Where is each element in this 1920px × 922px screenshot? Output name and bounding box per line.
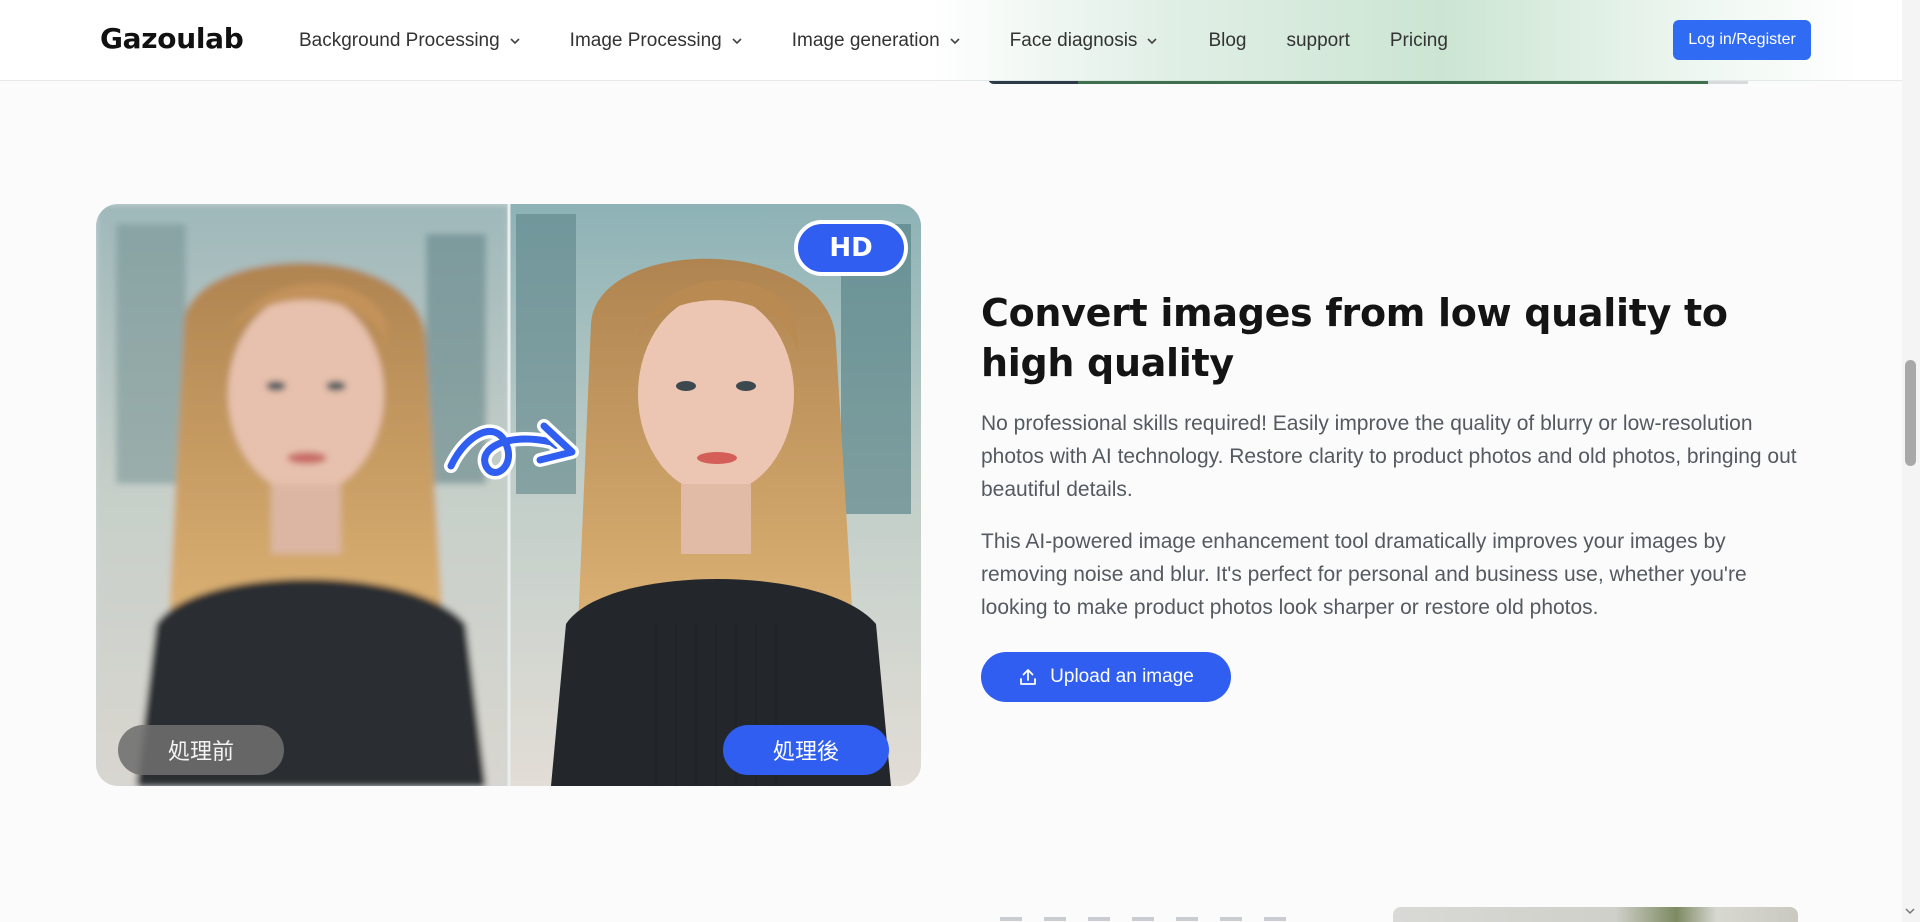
nav-background-processing[interactable]: Background Processing [299, 30, 522, 52]
nav-label: Pricing [1389, 29, 1448, 51]
login-register-button[interactable]: Log in/Register [1673, 20, 1811, 60]
chevron-down-icon [950, 37, 960, 44]
chevron-down-icon [1147, 37, 1158, 44]
chevron-down-icon [732, 37, 742, 44]
before-after-illustration [96, 204, 921, 786]
site-logo[interactable]: Gazoulab [100, 22, 244, 55]
main-nav: Background Processing Image Processing I… [299, 0, 1448, 81]
after-label: 処理後 [723, 725, 889, 775]
before-label: 処理前 [118, 725, 284, 775]
nav-label: Image generation [791, 29, 940, 51]
section-description-2: This AI-powered image enhancement tool d… [981, 530, 1747, 619]
nav-image-generation[interactable]: Image generation [792, 30, 962, 52]
chevron-down-icon [510, 37, 520, 44]
before-after-image: HD 処理前 処理後 [96, 204, 921, 786]
upload-icon [1020, 669, 1037, 685]
nav-face-diagnosis[interactable]: Face diagnosis [1010, 30, 1160, 52]
nav-pricing[interactable]: Pricing [1390, 30, 1448, 52]
site-header: Gazoulab Background Processing Image Pro… [0, 0, 1902, 81]
next-section-preview-left [1000, 917, 1290, 922]
nav-label: Face diagnosis [1009, 29, 1138, 51]
nav-label: support [1286, 29, 1350, 51]
hd-badge: HD [794, 220, 908, 276]
nav-support[interactable]: support [1286, 30, 1349, 52]
nav-label: Blog [1208, 29, 1247, 51]
section-title: Convert images from low quality to high … [981, 291, 1728, 385]
nav-image-processing[interactable]: Image Processing [570, 30, 744, 52]
scrollbar-thumb[interactable] [1905, 360, 1916, 466]
next-section-image [1393, 907, 1798, 922]
upload-button-label: Upload an image [1050, 666, 1194, 687]
nav-label: Background Processing [299, 29, 500, 51]
nav-blog[interactable]: Blog [1208, 30, 1246, 52]
scroll-down-arrow-icon[interactable] [1904, 905, 1916, 917]
nav-label: Image Processing [569, 29, 722, 51]
section-description-1: No professional skills required! Easily … [981, 412, 1797, 501]
upload-image-button[interactable]: Upload an image [981, 652, 1231, 702]
